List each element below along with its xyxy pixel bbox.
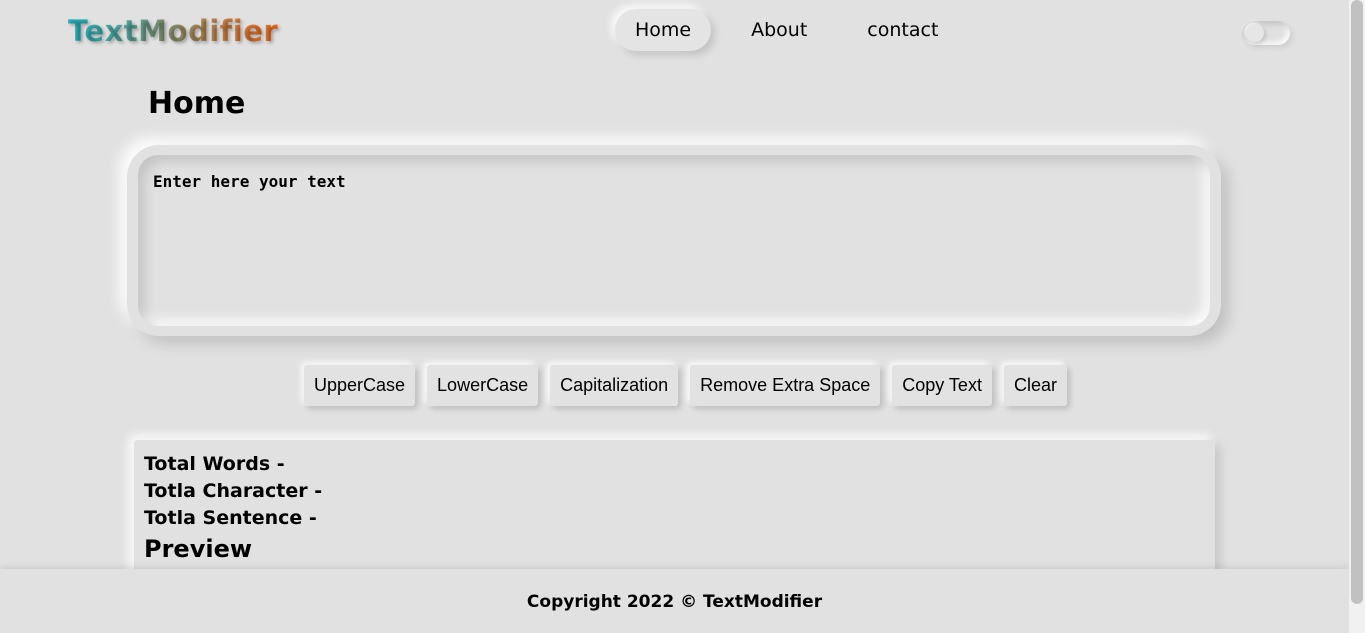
remove-extra-space-button[interactable]: Remove Extra Space [690, 365, 881, 406]
text-summary: Total Words - Totla Character - Totla Se… [134, 440, 1215, 580]
text-input[interactable] [138, 155, 1210, 326]
capitalization-button[interactable]: Capitalization [550, 365, 679, 406]
copyright-text: Copyright 2022 © TextModifier [526, 592, 823, 612]
page-title: Home [148, 86, 246, 121]
scrollbar-thumb[interactable] [1351, 0, 1363, 604]
page-scrollbar[interactable] [1349, 0, 1365, 633]
total-sentences: Totla Sentence - [144, 507, 317, 529]
uppercase-button[interactable]: UpperCase [304, 365, 416, 406]
nav-link-contact[interactable]: contact [847, 9, 958, 51]
theme-toggle[interactable] [1242, 21, 1290, 45]
footer: Copyright 2022 © TextModifier [0, 569, 1349, 633]
total-characters: Totla Character - [144, 480, 323, 502]
action-buttons: UpperCase LowerCase Capitalization Remov… [304, 365, 1079, 406]
toggle-knob [1246, 24, 1264, 42]
copy-text-button[interactable]: Copy Text [892, 365, 992, 406]
nav-link-about[interactable]: About [731, 9, 827, 51]
clear-button[interactable]: Clear [1003, 365, 1067, 406]
lowercase-button[interactable]: LowerCase [427, 365, 539, 406]
brand-logo[interactable]: TextModifier [68, 14, 278, 48]
text-input-frame [127, 145, 1221, 336]
total-words: Total Words - [144, 453, 285, 475]
nav-links: Home About contact [615, 9, 958, 51]
navbar: TextModifier Home About contact [0, 0, 1349, 64]
preview-title: Preview [144, 535, 253, 563]
nav-link-home[interactable]: Home [615, 9, 712, 51]
